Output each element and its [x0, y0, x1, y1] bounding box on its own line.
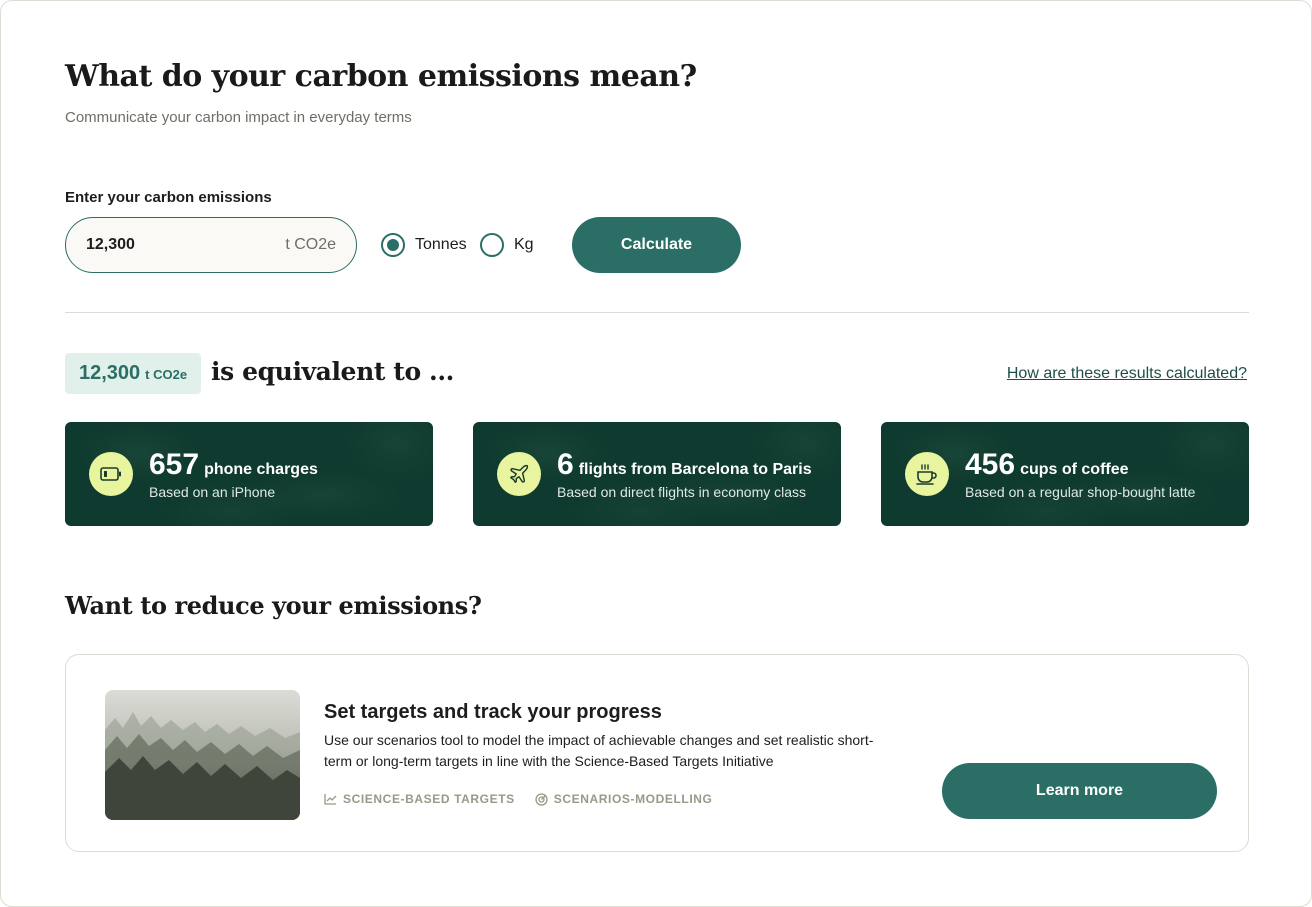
reduce-heading: Want to reduce your emissions? — [65, 591, 482, 620]
emissions-unit-suffix: t CO2e — [285, 236, 336, 253]
page-title: What do your carbon emissions mean? — [65, 59, 697, 94]
emissions-field-label: Enter your carbon emissions — [65, 189, 272, 206]
radio-tonnes[interactable]: Tonnes — [381, 233, 467, 257]
emissions-input-container: t CO2e — [65, 217, 357, 273]
card-subtext: Based on an iPhone — [149, 484, 276, 500]
forest-fog-image — [105, 690, 300, 820]
how-calculated-link[interactable]: How are these results calculated? — [1007, 365, 1247, 383]
promo-tags: SCIENCE-BASED TARGETS SCENARIOS-MODELLIN… — [324, 792, 712, 806]
card-text: 6 flights from Barcelona to Paris Based … — [557, 448, 812, 500]
emissions-input[interactable] — [86, 236, 286, 254]
tag-scenarios-modelling: SCENARIOS-MODELLING — [535, 792, 713, 806]
promo-card: Set targets and track your progress Use … — [65, 654, 1249, 852]
radio-kg-circle[interactable] — [480, 233, 504, 257]
radio-selected-dot — [387, 239, 399, 251]
card-number: 6 — [557, 448, 574, 481]
tag-science-based-targets: SCIENCE-BASED TARGETS — [324, 792, 515, 806]
card-label: flights from Barcelona to Paris — [578, 461, 812, 478]
promo-description: Use our scenarios tool to model the impa… — [324, 732, 874, 769]
card-label: cups of coffee — [1020, 461, 1129, 478]
chart-icon — [324, 794, 337, 805]
card-text: 657 phone charges Based on an iPhone — [149, 448, 318, 500]
equivalent-card-phone: 657 phone charges Based on an iPhone — [65, 422, 433, 526]
target-icon — [535, 792, 548, 806]
card-text: 456 cups of coffee Based on a regular sh… — [965, 448, 1195, 500]
emissions-badge: 12,300 t CO2e — [65, 353, 202, 394]
equivalent-card-coffee: 456 cups of coffee Based on a regular sh… — [881, 422, 1249, 526]
page-subtitle: Communicate your carbon impact in everyd… — [65, 109, 412, 126]
radio-kg-label: Kg — [514, 236, 534, 253]
coffee-cup-icon — [905, 452, 949, 496]
badge-value: 12,300 — [79, 362, 141, 384]
card-number: 456 — [965, 448, 1016, 481]
tag-label: SCIENCE-BASED TARGETS — [343, 792, 515, 806]
section-divider — [65, 312, 1249, 313]
airplane-icon — [497, 452, 541, 496]
card-label: phone charges — [204, 461, 318, 478]
badge-unit: t CO2e — [145, 367, 188, 382]
page-frame: What do your carbon emissions mean? Comm… — [0, 0, 1312, 907]
learn-more-button[interactable]: Learn more — [942, 763, 1217, 819]
radio-tonnes-label: Tonnes — [415, 236, 467, 253]
tag-label: SCENARIOS-MODELLING — [553, 792, 713, 806]
calculate-button[interactable]: Calculate — [572, 217, 741, 273]
card-subtext: Based on a regular shop-bought latte — [965, 484, 1196, 500]
equivalent-heading: is equivalent to ... — [211, 357, 454, 386]
radio-tonnes-circle[interactable] — [381, 233, 405, 257]
battery-icon — [89, 452, 133, 496]
promo-title: Set targets and track your progress — [324, 701, 662, 723]
radio-kg[interactable]: Kg — [480, 233, 534, 257]
card-number: 657 — [149, 448, 200, 481]
card-subtext: Based on direct flights in economy class — [557, 484, 807, 500]
equivalent-card-flights: 6 flights from Barcelona to Paris Based … — [473, 422, 841, 526]
